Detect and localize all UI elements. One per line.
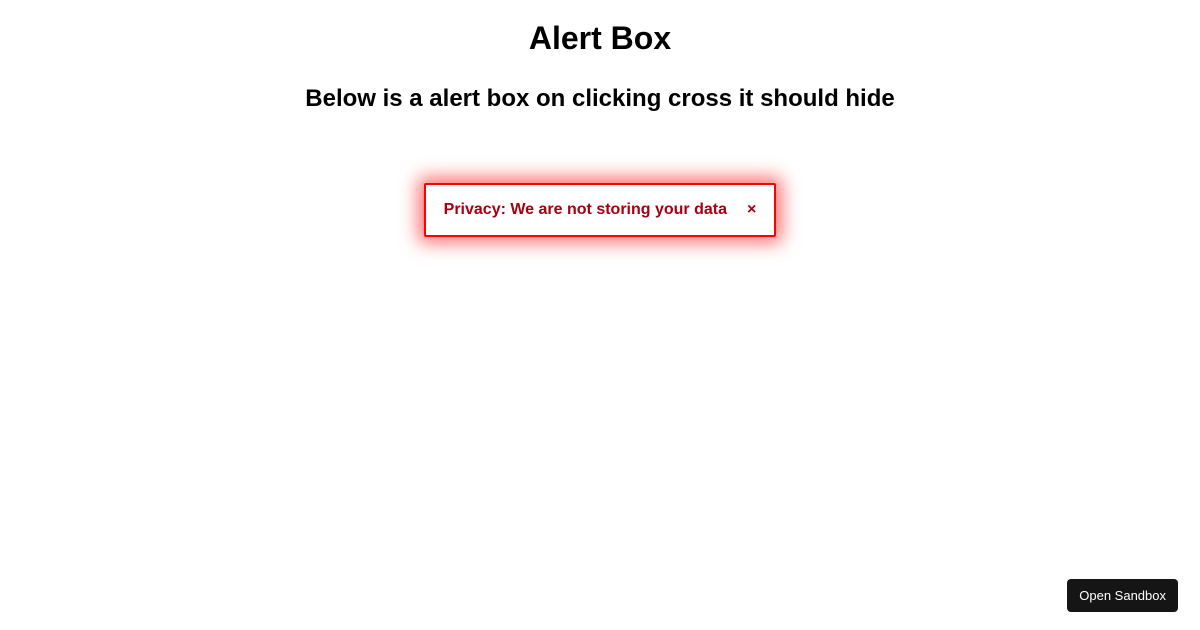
- page-subtitle: Below is a alert box on clicking cross i…: [0, 85, 1200, 113]
- alert-message: Privacy: We are not storing your data: [444, 201, 727, 219]
- open-sandbox-button[interactable]: Open Sandbox: [1067, 579, 1178, 612]
- page-title: Alert Box: [0, 20, 1200, 57]
- close-icon[interactable]: ×: [747, 202, 756, 218]
- alert-box: Privacy: We are not storing your data ×: [424, 183, 777, 237]
